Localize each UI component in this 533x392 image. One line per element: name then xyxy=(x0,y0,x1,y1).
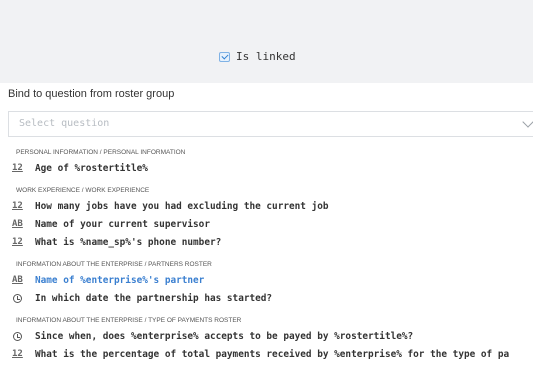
question-group: INFORMATION ABOUT THE ENTERPRISE / PARTN… xyxy=(0,258,533,308)
question-group: WORK EXPERIENCE / WORK EXPERIENCE 12 How m… xyxy=(0,184,533,252)
top-panel xyxy=(0,0,533,83)
question-select[interactable]: Select question xyxy=(8,111,533,137)
bind-question-label: Bind to question from roster group xyxy=(8,88,175,100)
question-group: INFORMATION ABOUT THE ENTERPRISE / TYPE … xyxy=(0,314,533,364)
question-text: Name of your current supervisor xyxy=(35,219,210,230)
question-option[interactable]: In which date the partnership has starte… xyxy=(0,290,533,308)
question-text: What is %name_sp%'s phone number? xyxy=(35,237,222,248)
group-header: INFORMATION ABOUT THE ENTERPRISE / TYPE … xyxy=(16,317,242,324)
group-header: INFORMATION ABOUT THE ENTERPRISE / PARTN… xyxy=(16,261,212,268)
question-option[interactable]: Since when, does %enterprise% accepts to… xyxy=(0,328,533,346)
group-header: PERSONAL INFORMATION / PERSONAL INFORMAT… xyxy=(16,149,186,156)
checkbox-checked-icon[interactable] xyxy=(219,51,230,62)
chevron-down-icon[interactable] xyxy=(522,116,533,128)
question-option[interactable]: 12 Age of %rostertitle% xyxy=(0,160,533,178)
question-group: PERSONAL INFORMATION / PERSONAL INFORMAT… xyxy=(0,146,533,178)
is-linked-label: Is linked xyxy=(236,50,296,63)
question-option[interactable]: AB Name of your current supervisor xyxy=(0,216,533,234)
question-option[interactable]: 12 How many jobs have you had excluding t… xyxy=(0,198,533,216)
numeric-icon: 12 xyxy=(12,163,23,173)
group-header: WORK EXPERIENCE / WORK EXPERIENCE xyxy=(16,187,150,194)
select-placeholder: Select question xyxy=(19,118,110,129)
question-text: How many jobs have you had excluding the… xyxy=(35,201,329,212)
numeric-icon: 12 xyxy=(12,201,23,211)
question-text: In which date the partnership has starte… xyxy=(35,293,273,304)
numeric-icon: 12 xyxy=(12,237,23,247)
text-icon: AB xyxy=(12,275,23,285)
date-icon xyxy=(13,294,22,303)
numeric-icon: 12 xyxy=(12,349,23,359)
question-text: Age of %rostertitle% xyxy=(35,163,148,174)
question-text: Name of %enterprise%'s partner xyxy=(35,275,205,286)
date-icon xyxy=(13,332,22,341)
question-option[interactable]: 12 What is the percentage of total paymen… xyxy=(0,346,533,364)
question-dropdown-list: PERSONAL INFORMATION / PERSONAL INFORMAT… xyxy=(0,140,533,364)
question-option[interactable]: AB Name of %enterprise%'s partner xyxy=(0,272,533,290)
is-linked-toggle[interactable]: Is linked xyxy=(219,50,296,63)
question-text: Since when, does %enterprise% accepts to… xyxy=(35,331,414,342)
text-icon: AB xyxy=(12,219,23,229)
question-text: What is the percentage of total payments… xyxy=(35,349,510,360)
question-option[interactable]: 12 What is %name_sp%'s phone number? xyxy=(0,234,533,252)
